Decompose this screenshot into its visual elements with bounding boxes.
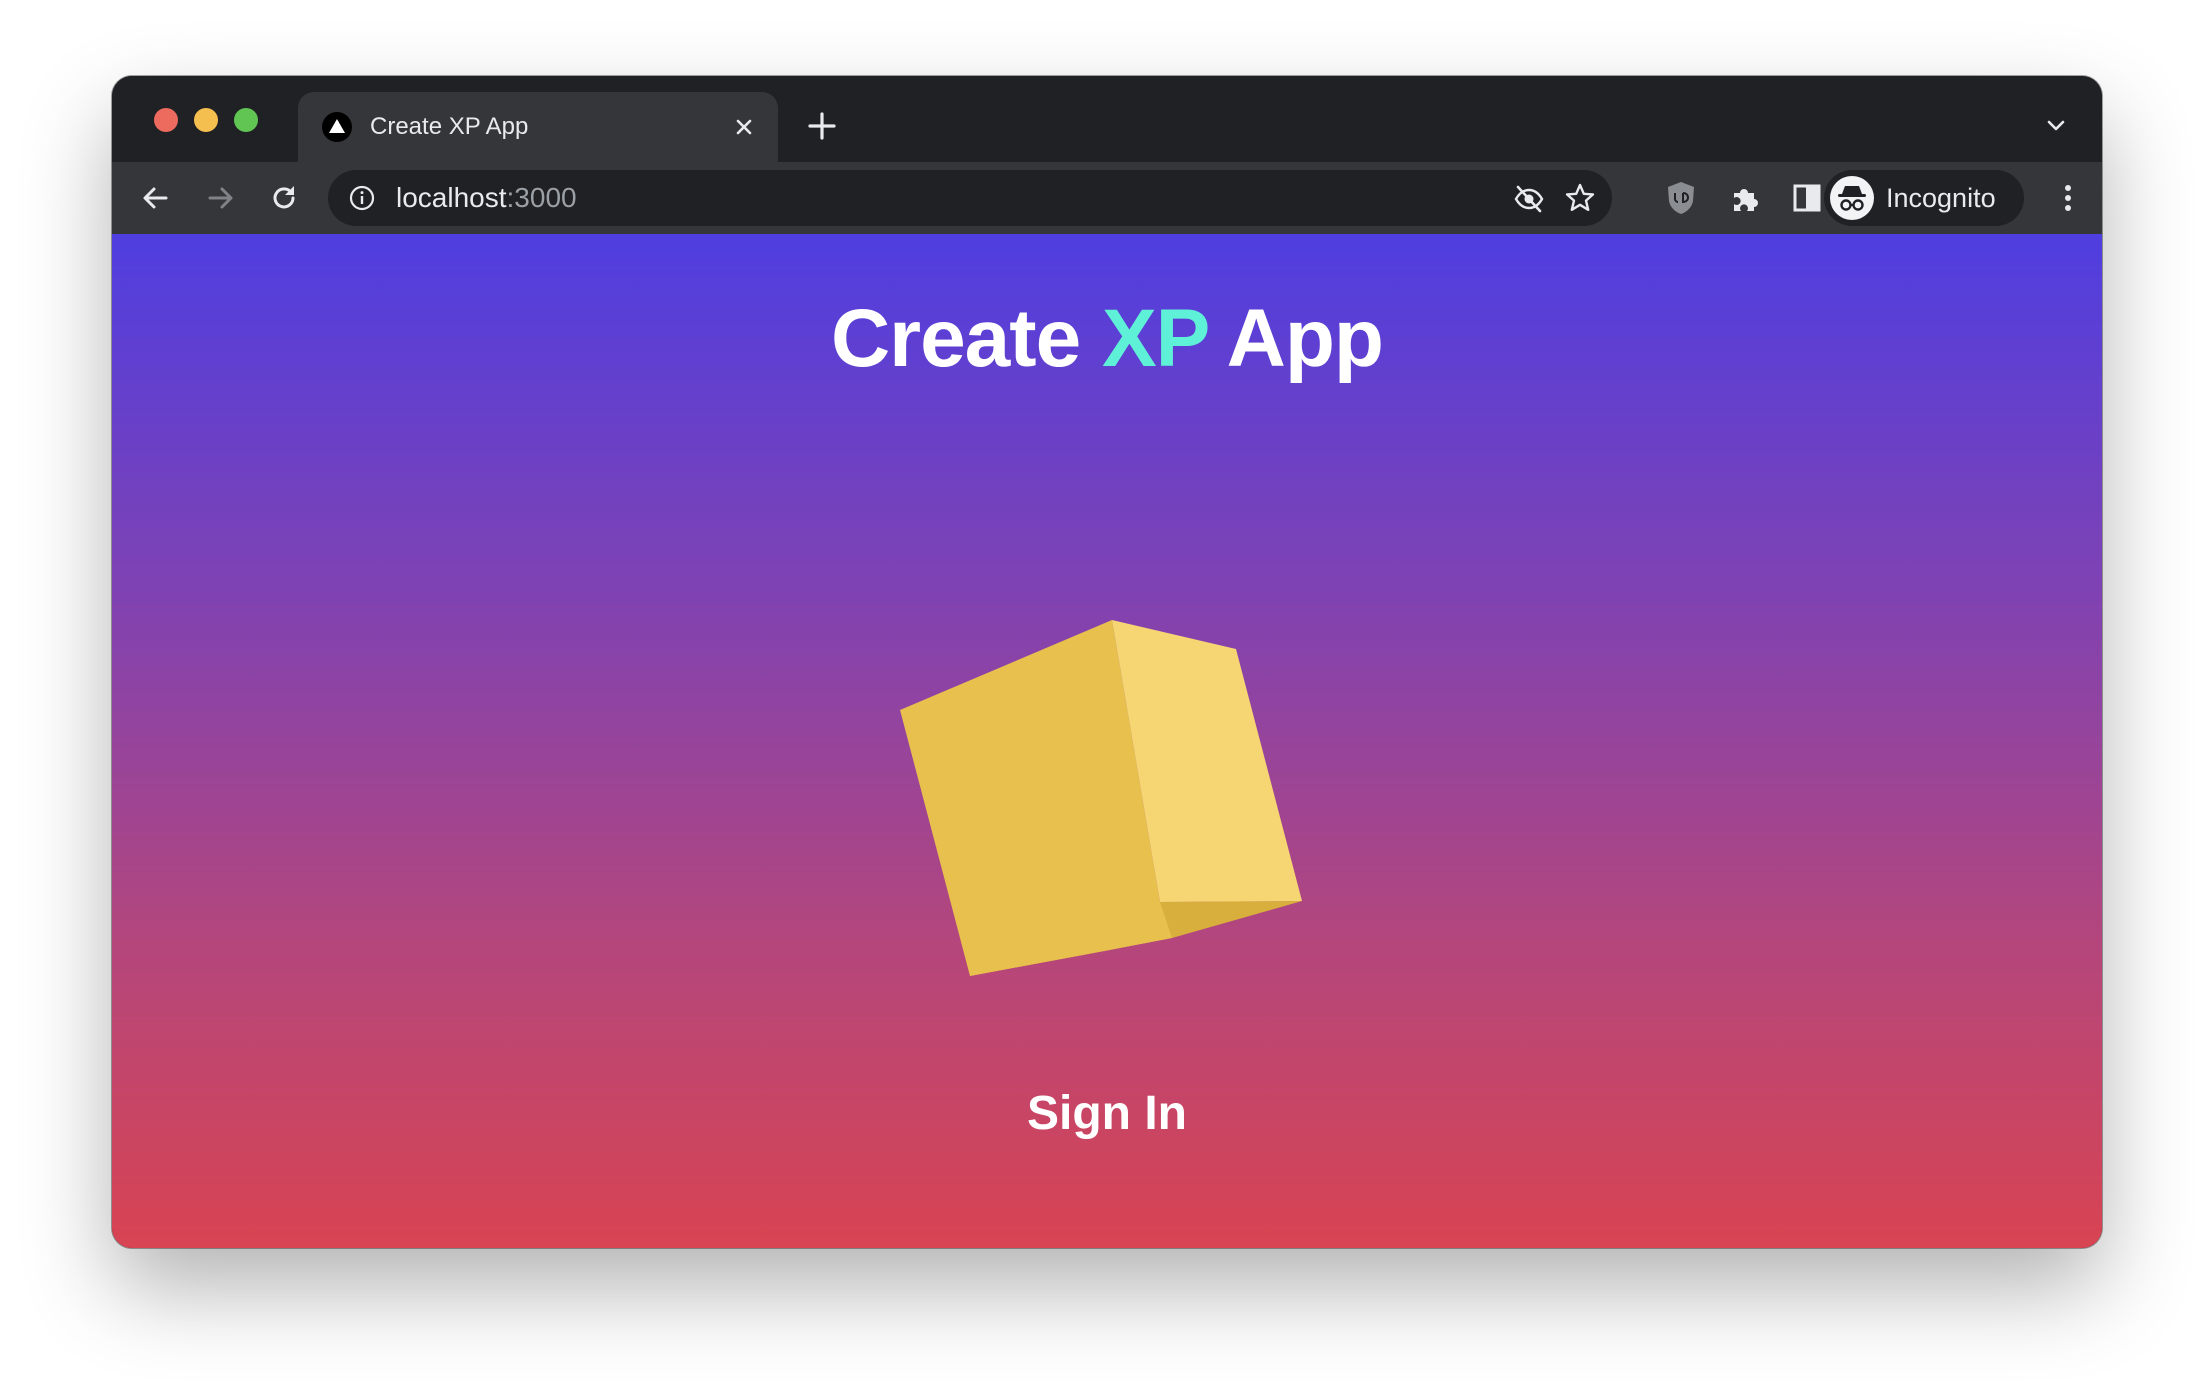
info-icon[interactable] — [348, 184, 376, 212]
incognito-icon — [1830, 176, 1874, 220]
zoom-window-button[interactable] — [234, 108, 258, 132]
title-part-1: Create — [830, 293, 1102, 384]
page-title: Create XP App — [112, 284, 2102, 394]
shield-icon[interactable] — [1662, 179, 1700, 217]
browser-toolbar: localhost:3000 Incognito — [112, 162, 2102, 234]
rotating-cube — [900, 620, 1302, 976]
chevron-down-icon[interactable] — [2042, 112, 2070, 140]
address-bar[interactable]: localhost:3000 — [328, 170, 1612, 226]
arrow-left-icon[interactable] — [136, 178, 176, 218]
sign-in-button[interactable]: Sign In — [112, 1084, 2102, 1144]
reload-icon[interactable] — [264, 178, 304, 218]
url-text: localhost:3000 — [396, 183, 577, 213]
title-accent: XP — [1101, 293, 1209, 384]
arrow-right-icon[interactable] — [200, 178, 240, 218]
browser-window: Create XP App localhost:3000 Incognito C… — [112, 76, 2102, 1248]
side-panel-icon[interactable] — [1788, 179, 1826, 217]
minimize-window-button[interactable] — [194, 108, 218, 132]
profile-button[interactable]: Incognito — [1824, 170, 2024, 226]
puzzle-icon[interactable] — [1726, 179, 1764, 217]
url-host: localhost — [396, 182, 507, 213]
eye-off-icon[interactable] — [1512, 182, 1546, 216]
profile-label: Incognito — [1886, 183, 1996, 213]
plus-icon[interactable] — [802, 106, 842, 146]
sign-in-label: Sign In — [1027, 1087, 1187, 1140]
tab-strip: Create XP App — [112, 76, 2102, 162]
url-port: :3000 — [506, 182, 577, 213]
title-part-2: App — [1207, 293, 1384, 384]
close-window-button[interactable] — [154, 108, 178, 132]
star-icon[interactable] — [1564, 182, 1596, 214]
tab-title: Create XP App — [370, 113, 529, 140]
close-icon[interactable] — [728, 111, 760, 143]
more-vert-icon[interactable] — [2056, 178, 2080, 218]
page-content: Create XP App Sign In — [112, 234, 2102, 1248]
tab-create-xp-app[interactable]: Create XP App — [298, 92, 778, 162]
triangle-logo-icon — [322, 112, 352, 142]
